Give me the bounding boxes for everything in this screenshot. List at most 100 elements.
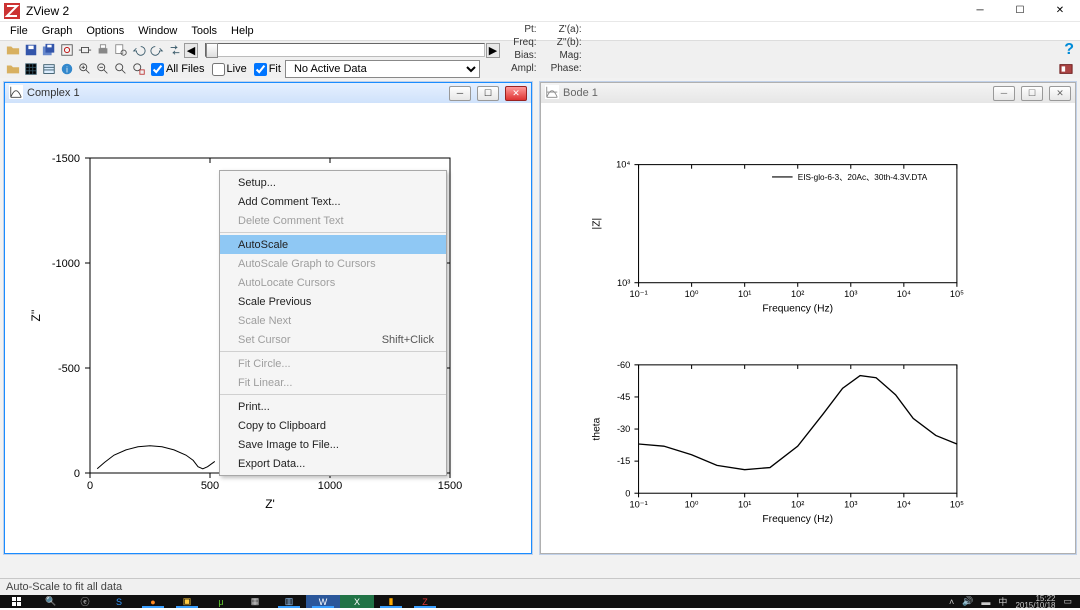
zview-taskbar-icon[interactable]: Z — [408, 595, 442, 608]
complex-close-button[interactable]: ✕ — [505, 86, 527, 101]
excel-icon[interactable]: X — [340, 595, 374, 608]
notepad-icon[interactable]: ▥ — [272, 595, 306, 608]
search-icon[interactable]: 🔍 — [34, 595, 68, 608]
menu-item-autoscale-graph-to-cursors: AutoScale Graph to Cursors — [220, 254, 446, 273]
tray-ime-indicator[interactable]: 中 — [998, 595, 1007, 608]
zoom-region-icon[interactable] — [130, 61, 147, 78]
svg-text:1500: 1500 — [438, 480, 462, 492]
preview-icon[interactable] — [112, 42, 129, 59]
menu-tools[interactable]: Tools — [185, 25, 223, 37]
info-icon[interactable]: i — [58, 61, 75, 78]
readout-pt-label: Pt: — [511, 24, 551, 37]
svg-text:theta: theta — [592, 417, 603, 440]
help-icon[interactable]: ? — [1064, 41, 1074, 59]
menu-item-scale-previous[interactable]: Scale Previous — [220, 292, 446, 311]
open2-icon[interactable] — [4, 61, 21, 78]
grid-icon[interactable] — [22, 61, 39, 78]
explorer-icon[interactable]: ▣ — [170, 595, 204, 608]
ie-icon[interactable]: ⓔ — [68, 595, 102, 608]
file-slider[interactable] — [205, 43, 485, 57]
svg-text:Z': Z' — [265, 497, 275, 511]
firefox-icon[interactable]: ● — [136, 595, 170, 608]
active-data-dropdown[interactable]: No Active Data — [285, 60, 480, 78]
svg-text:10⁵: 10⁵ — [950, 500, 964, 510]
word-icon[interactable]: W — [306, 595, 340, 608]
tray-chevron-icon[interactable]: ˄ — [949, 597, 954, 607]
complex-title: Complex 1 — [27, 87, 443, 99]
menu-item-export-data[interactable]: Export Data... — [220, 454, 446, 473]
circuit-icon[interactable] — [76, 42, 93, 59]
bode-window: Bode 1 ─ ☐ ✕ 10⁻¹10⁰10¹10²10³10⁴10⁵10³10… — [540, 82, 1076, 554]
open-icon[interactable] — [4, 42, 21, 59]
start-button[interactable] — [0, 595, 34, 608]
svg-text:10¹: 10¹ — [738, 289, 751, 299]
save-all-icon[interactable] — [40, 42, 57, 59]
menu-item-autolocate-cursors: AutoLocate Cursors — [220, 273, 446, 292]
zoom-in-icon[interactable] — [76, 61, 93, 78]
complex-maximize-button[interactable]: ☐ — [477, 86, 499, 101]
clock[interactable]: 15:22 2015/10/18 — [1015, 595, 1055, 609]
menu-window[interactable]: Window — [132, 25, 183, 37]
close-button[interactable]: ✕ — [1040, 0, 1080, 22]
utorrent-icon[interactable]: μ — [204, 595, 238, 608]
redo-icon[interactable] — [148, 42, 165, 59]
print-icon[interactable] — [94, 42, 111, 59]
app-icon[interactable]: ▮ — [374, 595, 408, 608]
display-mode-icon[interactable] — [1057, 61, 1074, 78]
taskbar: 🔍 ⓔ S ● ▣ μ ▦ ▥ W X ▮ Z ˄ 🔊 ▬ 中 15:22 20… — [0, 595, 1080, 608]
tray-volume-icon[interactable]: 🔊 — [962, 596, 973, 607]
tray-notification-icon[interactable]: ▭ — [1063, 596, 1072, 607]
undo-icon[interactable] — [130, 42, 147, 59]
status-text: Auto-Scale to fit all data — [6, 581, 122, 593]
menu-item-add-comment-text[interactable]: Add Comment Text... — [220, 192, 446, 211]
all-files-checkbox[interactable]: All Files — [151, 63, 205, 76]
menu-item-print[interactable]: Print... — [220, 397, 446, 416]
slider-next-button[interactable]: ▶ — [486, 43, 500, 58]
calculator-icon[interactable]: ▦ — [238, 595, 272, 608]
zoom-out-icon[interactable] — [94, 61, 111, 78]
minimize-button[interactable]: ─ — [960, 0, 1000, 22]
tray-network-icon[interactable]: ▬ — [981, 597, 990, 607]
fit-icon[interactable] — [58, 42, 75, 59]
context-menu[interactable]: Setup...Add Comment Text...Delete Commen… — [219, 170, 447, 476]
menu-help[interactable]: Help — [225, 25, 260, 37]
menu-item-autoscale[interactable]: AutoScale — [220, 235, 446, 254]
readout-zb-label: Z''(b): — [551, 37, 596, 50]
status-bar: Auto-Scale to fit all data — [0, 578, 1080, 595]
bode-plot[interactable]: 10⁻¹10⁰10¹10²10³10⁴10⁵10³10⁴Frequency (H… — [541, 103, 1075, 553]
svg-text:0: 0 — [87, 480, 93, 492]
readout-ampl-label: Ampl: — [511, 63, 551, 76]
menu-options[interactable]: Options — [80, 25, 130, 37]
slider-prev-button[interactable]: ◀ — [184, 43, 198, 58]
menu-item-copy-to-clipboard[interactable]: Copy to Clipboard — [220, 416, 446, 435]
svg-text:-30: -30 — [617, 424, 630, 434]
menu-item-setup[interactable]: Setup... — [220, 173, 446, 192]
complex-minimize-button[interactable]: ─ — [449, 86, 471, 101]
svg-text:-60: -60 — [617, 360, 630, 370]
menu-item-delete-comment-text: Delete Comment Text — [220, 211, 446, 230]
slider-thumb[interactable] — [206, 43, 218, 58]
convert-icon[interactable] — [166, 42, 183, 59]
live-checkbox[interactable]: Live — [212, 63, 247, 76]
menu-item-set-cursor: Set CursorShift+Click — [220, 330, 446, 349]
maximize-button[interactable]: ☐ — [1000, 0, 1040, 22]
app-title: ZView 2 — [24, 4, 960, 18]
zoom-fit-icon[interactable] — [112, 61, 129, 78]
svg-text:10¹: 10¹ — [738, 500, 751, 510]
menu-graph[interactable]: Graph — [36, 25, 79, 37]
bode-maximize-button[interactable]: ☐ — [1021, 86, 1043, 101]
readout-phase-label: Phase: — [551, 63, 596, 76]
table-icon[interactable] — [40, 61, 57, 78]
skype-icon[interactable]: S — [102, 595, 136, 608]
readout-freq-label: Freq: — [511, 37, 551, 50]
menu-file[interactable]: File — [4, 25, 34, 37]
bode-close-button[interactable]: ✕ — [1049, 86, 1071, 101]
fit-checkbox[interactable]: Fit — [254, 63, 281, 76]
bode-minimize-button[interactable]: ─ — [993, 86, 1015, 101]
save-icon[interactable] — [22, 42, 39, 59]
svg-text:10²: 10² — [791, 500, 804, 510]
svg-text:0: 0 — [625, 488, 630, 498]
menu-item-fit-linear: Fit Linear... — [220, 373, 446, 392]
svg-text:10³: 10³ — [844, 500, 857, 510]
menu-item-save-image-to-file[interactable]: Save Image to File... — [220, 435, 446, 454]
